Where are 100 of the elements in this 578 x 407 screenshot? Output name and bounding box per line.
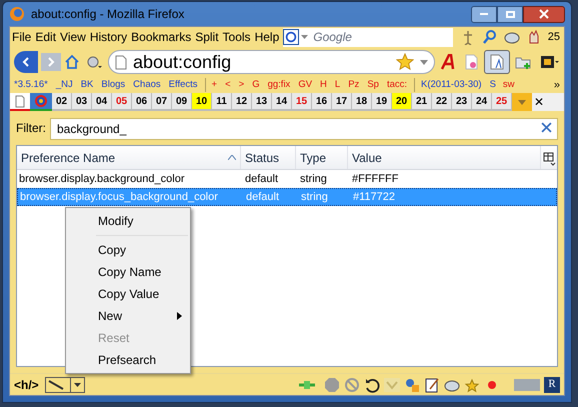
tab[interactable]: 19 (372, 93, 392, 111)
tab[interactable]: 25 (492, 93, 512, 111)
bookmark-link[interactable]: *3.5.16* (14, 78, 48, 92)
menu-item[interactable]: Split (193, 28, 221, 46)
back-button[interactable] (14, 51, 38, 73)
tab-number: 04 (96, 94, 108, 108)
undo-icon[interactable] (364, 376, 380, 392)
close-tab-button[interactable]: ✕ (532, 93, 546, 111)
menu-item[interactable]: Prefsearch (66, 349, 190, 371)
home-icon[interactable] (64, 54, 80, 70)
tab-number: 21 (416, 94, 428, 108)
column-header[interactable]: Value (348, 146, 541, 169)
tab-number: 24 (476, 94, 488, 108)
tab[interactable]: 05 (112, 93, 132, 111)
menu-item[interactable]: New (66, 305, 190, 327)
bookmark-link[interactable]: GV (298, 78, 312, 92)
bookmark-link[interactable]: gg:fix (268, 78, 290, 92)
tab-number: 06 (136, 94, 148, 108)
menu-item[interactable]: Edit (33, 28, 58, 46)
html-validator-label[interactable]: <h/> (14, 376, 39, 394)
page-style-button[interactable] (484, 50, 510, 74)
maximize-button[interactable] (497, 6, 523, 22)
dropper-dropdown[interactable] (44, 376, 85, 392)
tab[interactable] (10, 93, 30, 111)
menu-item[interactable]: Help (252, 28, 282, 46)
bookmark-link[interactable]: L (334, 78, 340, 92)
bookmark-link[interactable]: K(2011-03-30) (421, 78, 482, 92)
more-bookmarks-button[interactable]: » (554, 76, 564, 94)
tab[interactable]: 03 (72, 93, 92, 111)
clear-icon[interactable] (541, 122, 552, 133)
menu-item[interactable]: History (88, 28, 130, 46)
notepad-icon[interactable] (424, 376, 440, 392)
tab[interactable]: 02 (52, 93, 72, 111)
bookmark-link[interactable]: sw (502, 78, 515, 92)
tab[interactable]: 21 (412, 93, 432, 111)
bookmark-link[interactable]: Sp (367, 78, 379, 92)
bookmark-link[interactable]: > (238, 78, 244, 92)
bookmark-link[interactable]: H (320, 78, 327, 92)
bookmark-link[interactable]: + (212, 78, 218, 92)
tab[interactable]: 17 (332, 93, 352, 111)
tab[interactable]: 13 (252, 93, 272, 111)
tab[interactable]: 18 (352, 93, 372, 111)
tab[interactable]: 23 (452, 93, 472, 111)
column-header[interactable]: Preference Name (17, 146, 241, 169)
bookmark-link[interactable]: tacc: (386, 78, 407, 92)
search-engine-button[interactable] (283, 28, 314, 46)
tab[interactable]: 06 (132, 93, 152, 111)
table-row[interactable]: browser.display.background_color default string #FFFFFF (17, 170, 557, 188)
menu-item[interactable]: File (10, 28, 34, 46)
menu-item[interactable]: Modify (66, 210, 190, 232)
tab[interactable]: 20 (392, 93, 412, 111)
column-header[interactable]: Status (241, 146, 296, 169)
checkmark-icon[interactable] (384, 376, 400, 392)
bookmark-link[interactable]: Blogs (101, 78, 126, 92)
tab[interactable]: 11 (212, 93, 232, 111)
tab[interactable]: 10 (192, 93, 212, 111)
bookmark-link[interactable]: _NJ (56, 78, 73, 92)
tab[interactable]: 12 (232, 93, 252, 111)
magnifier-icon[interactable] (482, 29, 498, 45)
tab-number: 17 (336, 94, 348, 108)
target-icon (34, 94, 48, 108)
tab-list-button[interactable] (512, 93, 532, 111)
pref-name: browser.display.focus_background_color (19, 190, 219, 205)
star-icon[interactable] (464, 376, 480, 392)
bookmark-link[interactable]: BK (80, 78, 94, 92)
menu-item[interactable]: Bookmarks (129, 28, 194, 46)
search-field[interactable]: Google (313, 28, 454, 46)
bookmark-link[interactable]: Chaos (133, 78, 161, 92)
pref-name: browser.display.background_color (18, 172, 186, 187)
menu-item[interactable]: Copy Value (66, 283, 190, 305)
column-header[interactable]: Type (296, 146, 348, 169)
minimize-button[interactable] (471, 6, 497, 22)
tab[interactable]: 07 (152, 93, 172, 111)
tab[interactable]: 04 (92, 93, 112, 111)
menu-item[interactable]: View (58, 28, 88, 46)
star-icon[interactable] (396, 53, 414, 71)
tab[interactable]: 22 (432, 93, 452, 111)
tab[interactable]: 24 (472, 93, 492, 111)
bookmark-link[interactable]: G (252, 78, 260, 92)
tab[interactable] (30, 93, 52, 111)
toolbar-count: 25 (548, 30, 560, 45)
tab[interactable]: 16 (312, 93, 332, 111)
menu-item[interactable]: Copy Name (66, 261, 190, 283)
menu-item[interactable]: Copy (66, 239, 190, 261)
filter-field[interactable]: background_ (50, 118, 558, 140)
menu-item[interactable]: Tools (220, 28, 253, 46)
address-bar[interactable]: about:config (108, 50, 435, 74)
filter-label: Filter: (16, 120, 46, 137)
r-button[interactable]: R (544, 376, 560, 392)
dropdown-icon[interactable] (420, 60, 428, 64)
bookmark-link[interactable]: Effects (168, 78, 198, 92)
bookmark-link[interactable]: Pz (348, 78, 360, 92)
close-button[interactable] (523, 6, 565, 22)
tab-number: 20 (396, 94, 408, 108)
bookmark-link[interactable]: S (490, 78, 496, 92)
tab[interactable]: 15 (292, 93, 312, 111)
tab-number: 18 (356, 94, 368, 108)
bookmark-link[interactable]: < (225, 78, 231, 92)
tab[interactable]: 09 (172, 93, 192, 111)
tab[interactable]: 14 (272, 93, 292, 111)
